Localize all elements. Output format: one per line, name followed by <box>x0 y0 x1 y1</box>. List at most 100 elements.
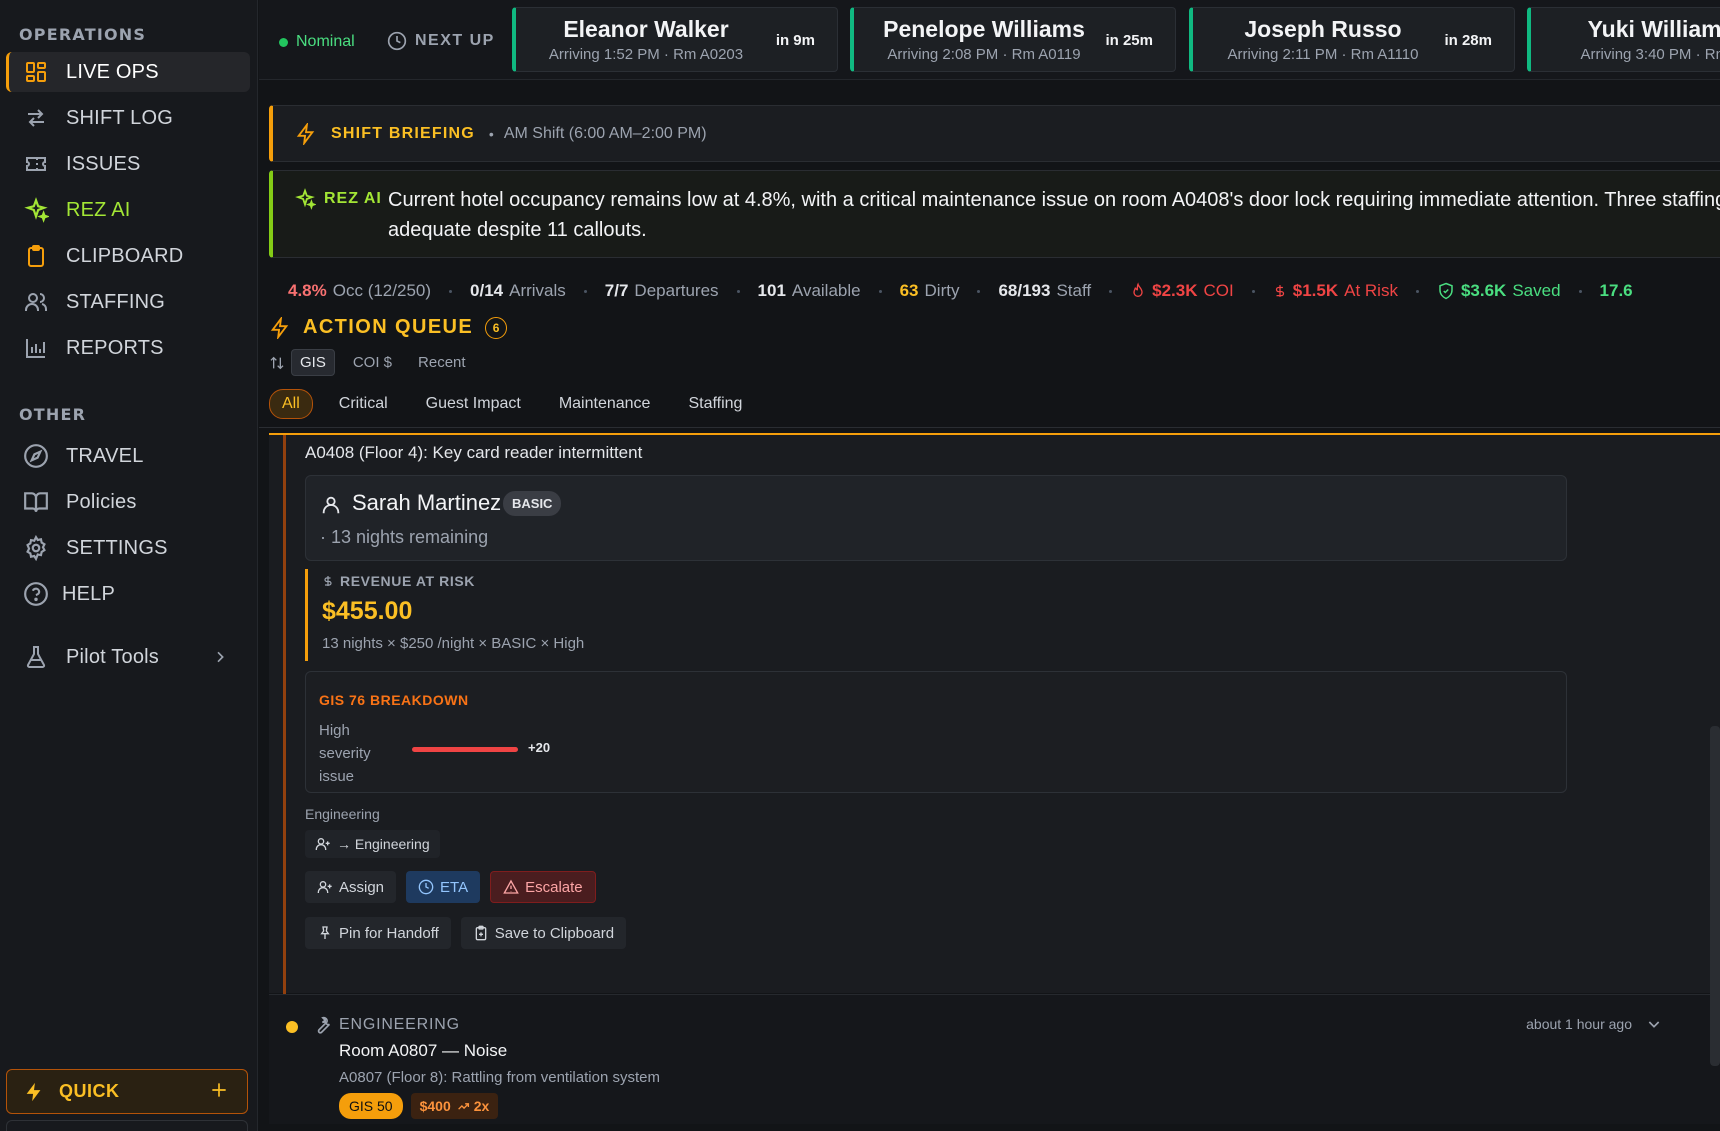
revenue-calculation: 13 nights × $250 /night × BASIC × High <box>322 635 585 652</box>
nav-clipboard[interactable]: CLIPBOARD <box>6 236 250 276</box>
rez-ai-text: Current hotel occupancy remains low at 4… <box>388 189 1720 241</box>
chevron-down-icon[interactable] <box>1646 1016 1662 1032</box>
stat-departures: 7/7 Departures <box>605 281 719 301</box>
stat-at-risk: $1.5K At Risk <box>1273 281 1398 301</box>
stat-label: Dirty <box>924 281 960 300</box>
nav-label: CLIPBOARD <box>66 244 184 267</box>
stat-coi: $2.3K COI <box>1130 281 1234 301</box>
action-buttons: Assign ETA Escalate <box>305 871 606 903</box>
clock-icon <box>418 879 434 895</box>
stat-dirty: 63 Dirty <box>900 281 960 301</box>
nav-label: REZ AI <box>66 198 131 221</box>
escalate-button[interactable]: Escalate <box>490 871 596 903</box>
queue-item[interactable]: ENGINEERING about 1 hour ago Room A0807 … <box>269 994 1720 1124</box>
shift-briefing-bar[interactable]: SHIFT BRIEFING • AM Shift (6:00 AM–2:00 … <box>269 105 1720 162</box>
filter-tabs: All Critical Guest Impact Maintenance St… <box>269 389 768 419</box>
nav-reports[interactable]: REPORTS <box>6 328 250 368</box>
clock-icon <box>387 31 407 51</box>
stat-value: 63 <box>899 281 919 300</box>
save-to-clipboard-button[interactable]: Save to Clipboard <box>460 917 627 949</box>
stat-value: 68/193 <box>998 281 1051 300</box>
gis-factor-bar <box>412 747 518 752</box>
arrival-guest-name: Yuki Williams <box>1587 16 1720 42</box>
quick-action-button[interactable]: QUICK <box>6 1069 248 1114</box>
stat-value: 7/7 <box>604 281 629 300</box>
route-text: → Engineering <box>337 836 430 852</box>
arrival-card[interactable]: Joseph Russo Arriving 2:11 PM · Rm A1110… <box>1189 7 1515 72</box>
stats-bar: 4.8% Occ (12/250) 0/14 Arrivals 7/7 Departu… <box>288 277 1720 305</box>
scrollbar-thumb[interactable] <box>1710 726 1720 1066</box>
plus-icon <box>209 1080 229 1100</box>
nav-label: REPORTS <box>66 336 164 359</box>
action-queue-count: 6 <box>485 316 508 339</box>
nav-pilot-tools[interactable]: Pilot Tools <box>6 637 250 677</box>
bar-chart-icon <box>22 334 50 362</box>
nav-staffing[interactable]: STAFFING <box>6 282 250 322</box>
dollar-icon <box>322 573 334 589</box>
stat-label: Staff <box>1056 281 1092 300</box>
pin-for-handoff-button[interactable]: Pin for Handoff <box>305 917 451 949</box>
status-label: Nominal <box>296 33 355 50</box>
button-label: Escalate <box>525 878 583 896</box>
dashboard-icon <box>22 58 50 86</box>
nav-live-ops[interactable]: LIVE OPS <box>6 52 250 92</box>
filter-maintenance[interactable]: Maintenance <box>547 390 663 418</box>
button-label: Save to Clipboard <box>494 924 615 942</box>
arrival-eta: in 25m <box>1105 32 1153 49</box>
help-circle-icon <box>22 580 50 608</box>
arrival-detail: Arriving 2:11 PM · Rm A1110 <box>1227 46 1419 63</box>
arrival-card[interactable]: Penelope Williams Arriving 2:08 PM · Rm … <box>850 7 1176 72</box>
arrival-card[interactable]: Eleanor Walker Arriving 1:52 PM · Rm A02… <box>512 7 838 72</box>
stat-occupancy: 4.8% Occ (12/250) <box>288 281 431 301</box>
briefing-separator: • <box>488 125 494 142</box>
filter-guest-impact[interactable]: Guest Impact <box>414 390 533 418</box>
nav-settings[interactable]: SETTINGS <box>6 528 250 568</box>
sort-coi[interactable]: COI $ <box>345 350 400 375</box>
item-time: about 1 hour ago <box>1526 1016 1662 1032</box>
rez-ai-tag-label: REZ AI <box>324 190 382 207</box>
item-badges: GIS 50 $400 2x <box>339 1093 499 1119</box>
action-queue-title: ACTION QUEUE 6 <box>269 316 508 339</box>
nav-label: Policies <box>66 490 137 513</box>
nav-policies[interactable]: Policies <box>6 482 250 522</box>
nav-label: SETTINGS <box>66 536 168 559</box>
stat-staff: 68/193 Staff <box>998 281 1091 301</box>
nav-issues[interactable]: ISSUES <box>6 144 250 184</box>
stat-arrivals: 0/14 Arrivals <box>470 281 566 301</box>
stat-label: Available <box>791 281 861 300</box>
filter-staffing[interactable]: Staffing <box>676 390 754 418</box>
guest-card[interactable]: Sarah Martinez BASIC · 13 nights remaini… <box>305 475 1567 561</box>
main-content: SHIFT BRIEFING • AM Shift (6:00 AM–2:00 … <box>259 81 1720 1131</box>
gis-breakdown: GIS 76 BREAKDOWN High severity issue +20 <box>305 671 1567 793</box>
assign-button[interactable]: Assign <box>305 871 397 903</box>
gis-badge: GIS 50 <box>339 1093 403 1119</box>
nav-label: Pilot Tools <box>66 645 159 668</box>
item-description: A0807 (Floor 8): Rattling from ventilati… <box>339 1069 660 1086</box>
nav-label: SHIFT LOG <box>66 106 174 129</box>
nav-rez-ai[interactable]: REZ AI <box>6 190 250 230</box>
route-chip[interactable]: → Engineering <box>305 830 440 858</box>
filter-all[interactable]: All <box>269 389 313 419</box>
arrival-card[interactable]: Yuki Williams Arriving 3:40 PM · Rm A <box>1527 7 1720 72</box>
book-open-icon <box>22 488 50 516</box>
queue-item-expanded: A0408 (Floor 4): Key card reader intermi… <box>269 433 1720 995</box>
filter-critical[interactable]: Critical <box>327 390 400 418</box>
priority-dot <box>286 1021 298 1033</box>
stat-label: Occ (12/250) <box>332 281 432 300</box>
dollar-icon <box>1273 282 1287 300</box>
button-label: ETA <box>440 878 469 896</box>
sort-row: GIS COI $ Recent <box>269 349 478 376</box>
sort-recent[interactable]: Recent <box>410 350 474 375</box>
nav-help[interactable]: HELP <box>6 574 250 614</box>
button-label: Assign <box>339 878 385 896</box>
button-label: Pin for Handoff <box>339 924 439 942</box>
nav-travel[interactable]: TRAVEL <box>6 436 250 476</box>
arrows-swap-icon <box>22 104 50 132</box>
secondary-buttons: Pin for Handoff Save to Clipboard <box>305 917 636 949</box>
wrench-icon <box>313 1015 333 1035</box>
quick-label: QUICK <box>59 1081 120 1101</box>
nav-shift-log[interactable]: SHIFT LOG <box>6 98 250 138</box>
sort-icon <box>269 355 285 371</box>
sort-gis[interactable]: GIS <box>291 349 335 376</box>
eta-button[interactable]: ETA <box>406 871 481 903</box>
